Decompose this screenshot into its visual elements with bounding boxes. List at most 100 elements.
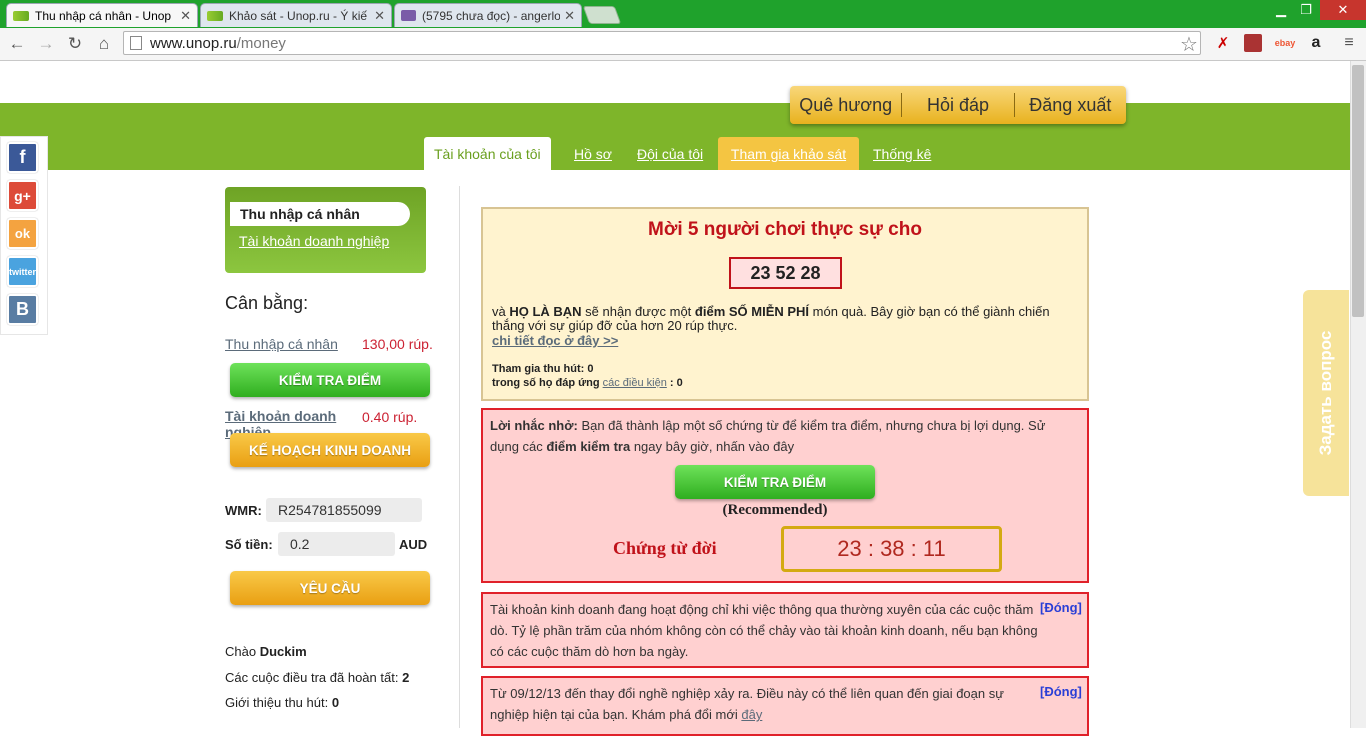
nav-home[interactable]: Quê hương (790, 95, 901, 116)
address-bar[interactable]: www.unop.ru/money (123, 31, 1201, 55)
reminder-check-points-button[interactable]: KIỂM TRA ĐIỂM (675, 465, 875, 499)
close-tab-icon[interactable]: ✕ (374, 8, 385, 24)
voucher-expiry-label: Chứng từ đời (613, 538, 717, 558)
tab-title: Thu nhập cá nhân - Unop (35, 8, 172, 23)
close-window-icon[interactable]: ✕ (1320, 0, 1366, 20)
mail-favicon (401, 10, 416, 21)
amount-field[interactable]: 0.2 (278, 532, 395, 556)
reminder-text-b: điểm kiểm tra (546, 439, 631, 454)
nav-logout[interactable]: Đăng xuất (1015, 95, 1126, 116)
promo-text: và HỌ LÀ BẠN sẽ nhận được một điểm SỐ MI… (492, 305, 1072, 333)
reminder-text: Lời nhắc nhở: Bạn đã thành lập một số ch… (490, 415, 1065, 457)
close-notice-button[interactable]: [Đóng] (1040, 600, 1082, 615)
browser-tab-active[interactable]: Thu nhập cá nhân - Unop ✕ (6, 3, 198, 27)
amount-label: Số tiền: (225, 537, 273, 552)
conditions-link[interactable]: các điều kiện (603, 377, 667, 389)
menu-icon[interactable]: ≡ (1340, 34, 1358, 52)
recommended-label: (Recommended) (722, 502, 828, 518)
tab-join-survey[interactable]: Tham gia khảo sát (718, 137, 859, 170)
tab-title: Khảo sát - Unop.ru - Ý kiế (229, 8, 368, 23)
check-points-button[interactable]: KIỂM TRA ĐIỂM (230, 363, 430, 397)
url-path: /money (236, 34, 286, 52)
surveys-completed-value: 2 (402, 670, 410, 685)
discover-link[interactable]: đây (741, 707, 762, 722)
notice-text: Tài khoản kinh doanh đang hoạt động chỉ … (490, 602, 1038, 659)
wmr-label: WMR: (225, 503, 262, 518)
minimize-icon[interactable]: ▁ (1268, 0, 1294, 20)
reminder-text-c: ngay bây giờ, nhấn vào đây (630, 439, 795, 454)
facebook-icon[interactable]: f (7, 142, 38, 173)
promo-title: Mời 5 người chơi thực sự cho (648, 219, 922, 240)
browser-tab[interactable]: Khảo sát - Unop.ru - Ý kiế ✕ (200, 3, 392, 27)
request-button[interactable]: YÊU CẦU (230, 571, 430, 605)
joined-count: Tham gia thu hút: 0 (492, 363, 593, 375)
username: Duckim (259, 644, 307, 659)
promo-text-c: sẽ nhận được một (581, 304, 695, 319)
ebay-icon[interactable]: ebay (1274, 34, 1296, 52)
new-tab-button[interactable] (582, 6, 622, 24)
balance-title: Cân bằng: (225, 293, 309, 313)
notice-text: Từ 09/12/13 đến thay đổi nghề nghiệp xảy… (490, 683, 1038, 725)
surveys-completed-label: Các cuộc điều tra đã hoàn tất: (225, 670, 399, 685)
extension-icon[interactable]: ✗ (1214, 34, 1232, 52)
promo-timer: 23 52 28 (729, 257, 842, 289)
joined-value: 0 (587, 363, 594, 375)
amazon-icon[interactable]: a (1307, 34, 1325, 52)
referrals-label: Giới thiệu thu hút: (225, 695, 329, 710)
tab-statistics[interactable]: Thống kê (863, 137, 941, 170)
currency-label: AUD (399, 537, 428, 552)
surveys-completed: Các cuộc điều tra đã hoàn tất: 2 (225, 670, 409, 685)
ask-question-tab[interactable]: Задать вопрос (1303, 290, 1349, 496)
greeting: Chào Duckim (225, 644, 307, 659)
odnoklassniki-icon[interactable]: ok (7, 218, 38, 249)
scrollbar-thumb[interactable] (1352, 65, 1364, 317)
column-divider (459, 186, 460, 728)
reload-icon[interactable]: ↻ (64, 33, 86, 55)
promo-details-link[interactable]: chi tiết đọc ở đây >> (492, 333, 618, 348)
tab-my-account[interactable]: Tài khoản của tôi (424, 137, 551, 170)
page-icon (130, 36, 142, 50)
business-account-value: 0.40 rúp. (362, 409, 418, 425)
unop-favicon (13, 10, 29, 21)
forward-arrow-icon[interactable]: → (35, 33, 57, 55)
reminder-lead: Lời nhắc nhở: (490, 418, 578, 433)
conditions-count: trong số họ đáp ứng các điều kiện : 0 (492, 377, 683, 389)
referrals: Giới thiệu thu hút: 0 (225, 695, 339, 710)
personal-income-link[interactable]: Thu nhập cá nhân (225, 336, 338, 352)
unop-favicon (207, 10, 223, 21)
top-navigation: Quê hương Hỏi đáp Đăng xuất (790, 86, 1126, 124)
business-plan-button[interactable]: KẾ HOẠCH KINH DOANH (230, 433, 430, 467)
tab-my-team[interactable]: Đội của tôi (627, 137, 713, 170)
home-icon[interactable]: ⌂ (93, 33, 115, 55)
wmr-field[interactable]: R254781855099 (266, 498, 422, 522)
referrals-value: 0 (331, 695, 340, 710)
vk-icon[interactable]: B (7, 294, 38, 325)
close-tab-icon[interactable]: ✕ (564, 8, 575, 24)
account-switcher (225, 187, 426, 273)
personal-income-value: 130,00 rúp. (362, 336, 433, 352)
greeting-prefix: Chào (225, 644, 257, 659)
bookmark-star-icon[interactable]: ☆ (1180, 32, 1198, 57)
promo-text-d: điểm SỐ MIỄN PHÍ (694, 304, 810, 319)
joined-label: Tham gia thu hút: (492, 363, 585, 375)
personal-account-tab[interactable]: Thu nhập cá nhân (230, 202, 410, 226)
conditions-prefix: trong số họ đáp ứng (492, 377, 600, 389)
business-account-link[interactable]: Tài khoản doanh nghiệp (239, 233, 389, 249)
restore-icon[interactable]: ❐ (1294, 0, 1318, 20)
extension-icon[interactable] (1244, 34, 1262, 52)
url-host: www.unop.ru (150, 34, 237, 52)
browser-tab[interactable]: (5795 chưa đọc) - angerlo ✕ (394, 3, 582, 27)
google-plus-icon[interactable]: g+ (7, 180, 38, 211)
close-notice-button[interactable]: [Đóng] (1040, 684, 1082, 699)
tab-title: (5795 chưa đọc) - angerlo (422, 8, 561, 23)
ask-question-label: Задать вопрос (1316, 330, 1335, 456)
close-tab-icon[interactable]: ✕ (180, 8, 191, 24)
conditions-value: : 0 (669, 377, 683, 389)
nav-faq[interactable]: Hỏi đáp (902, 95, 1013, 116)
promo-text-a: và (492, 304, 510, 319)
tab-profile[interactable]: Hồ sơ (564, 137, 622, 170)
twitter-icon[interactable]: twitter (7, 256, 38, 287)
promo-text-b: HỌ LÀ BẠN (509, 304, 582, 319)
back-arrow-icon[interactable]: ← (6, 33, 28, 55)
voucher-expiry-timer: 23 : 38 : 11 (781, 526, 1002, 572)
